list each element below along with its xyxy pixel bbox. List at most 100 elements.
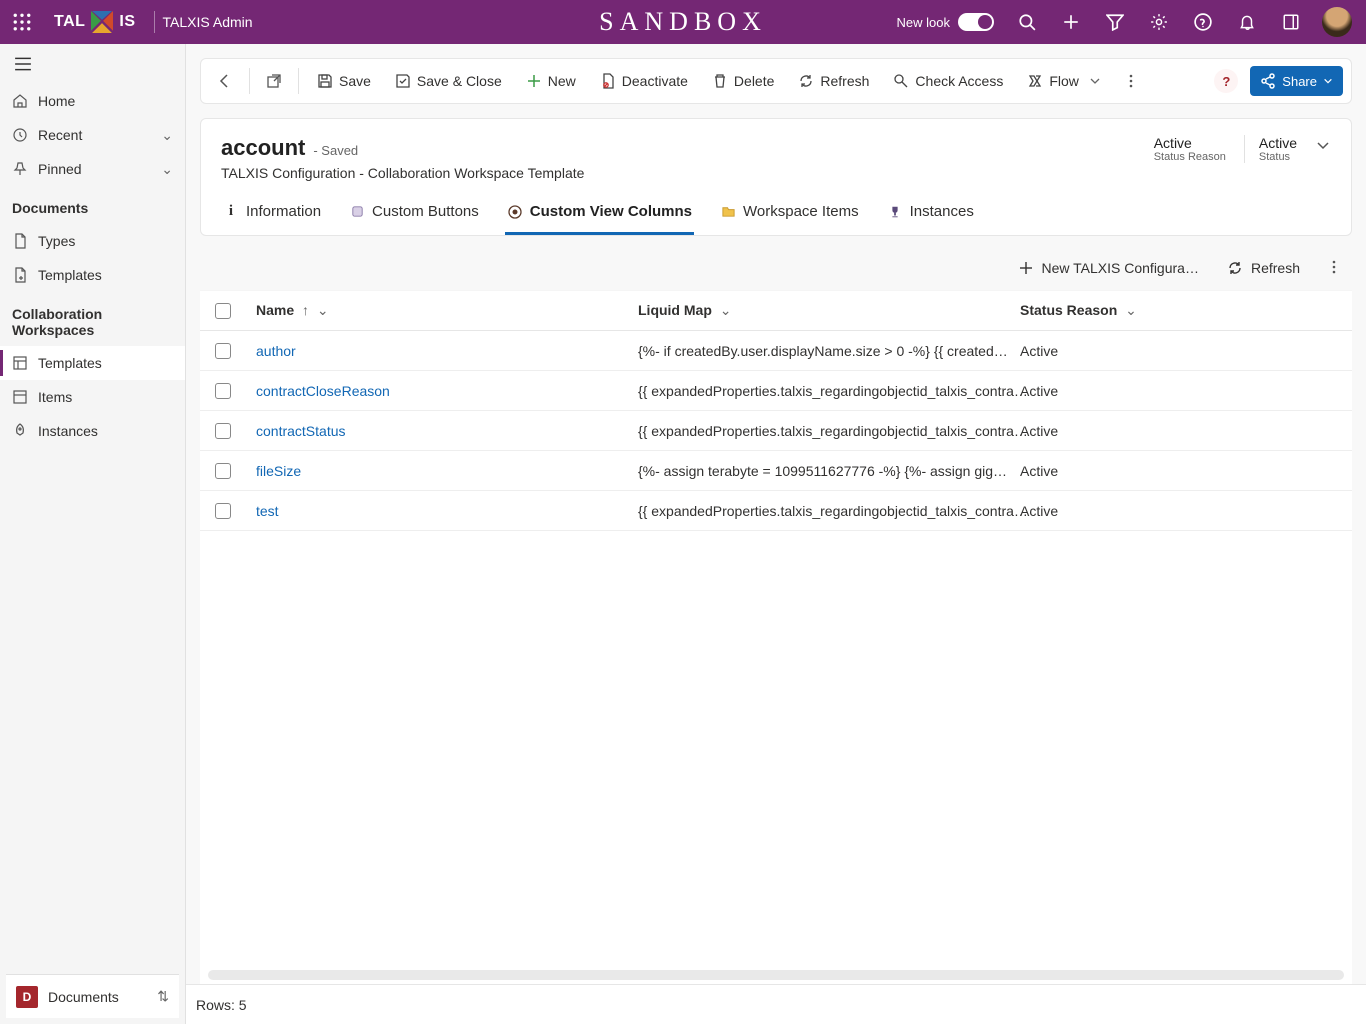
chevron-down-icon [1323, 76, 1333, 86]
open-new-window-button[interactable] [258, 65, 290, 97]
main-content: Save Save & Close New Deactivate Delete … [186, 44, 1366, 1024]
row-liquid-cell: {{ expandedProperties.talxis_regardingob… [638, 503, 1028, 519]
refresh-button[interactable]: Refresh [788, 65, 879, 97]
table-row[interactable]: contractCloseReason {{ expandedProperties… [200, 371, 1352, 411]
add-button[interactable] [1052, 0, 1090, 44]
filter-button[interactable] [1096, 0, 1134, 44]
new-button[interactable]: New [516, 65, 586, 97]
nav-pinned[interactable]: Pinned ⌄ [0, 152, 185, 186]
select-all-checkbox[interactable] [215, 303, 231, 319]
row-checkbox[interactable] [215, 343, 231, 359]
hamburger-icon [14, 55, 32, 73]
header-field-status[interactable]: Active Status [1244, 135, 1297, 163]
more-vertical-icon [1326, 259, 1342, 275]
header-expand-button[interactable] [1315, 135, 1331, 158]
brand-logo[interactable]: TAL IS [44, 11, 146, 33]
search-icon [1018, 13, 1036, 31]
nav-types-label: Types [38, 233, 75, 249]
chevron-down-icon [1315, 137, 1331, 153]
row-liquid-cell: {%- assign terabyte = 1099511627776 -%} … [638, 463, 1007, 479]
document-add-icon [12, 267, 28, 283]
row-checkbox[interactable] [215, 383, 231, 399]
search-button[interactable] [1008, 0, 1046, 44]
document-icon [12, 233, 28, 249]
column-header-name[interactable]: Name ↑ ⌄ [246, 302, 628, 319]
header-field-status-reason[interactable]: Active Status Reason [1154, 135, 1226, 163]
help-button[interactable] [1184, 0, 1222, 44]
sidebar: Home Recent ⌄ Pinned ⌄ Documents Types T… [0, 44, 186, 1024]
key-search-icon [893, 73, 909, 89]
tab-workspace-items[interactable]: Workspace Items [718, 197, 861, 235]
template-icon [12, 355, 28, 371]
horizontal-scrollbar[interactable] [208, 970, 1344, 980]
notifications-button[interactable] [1228, 0, 1266, 44]
row-checkbox[interactable] [215, 503, 231, 519]
save-icon [317, 73, 333, 89]
sidebar-toggle[interactable] [0, 44, 185, 84]
row-status-cell: Active [1020, 503, 1058, 519]
subgrid-refresh-button[interactable]: Refresh [1221, 256, 1306, 280]
button-icon [349, 204, 365, 220]
tab-custom-view-columns[interactable]: Custom View Columns [505, 197, 694, 235]
tab-instances[interactable]: Instances [885, 197, 976, 235]
column-header-liquid[interactable]: Liquid Map ⌄ [628, 302, 1010, 319]
save-close-button[interactable]: Save & Close [385, 65, 512, 97]
table-row[interactable]: test {{ expandedProperties.talxis_regardi… [200, 491, 1352, 531]
nav-cw-instances[interactable]: Instances [0, 414, 185, 448]
new-config-button[interactable]: New TALXIS Configura… [1012, 256, 1205, 280]
new-look-toggle[interactable]: New look [897, 13, 994, 31]
tab-custom-buttons[interactable]: Custom Buttons [347, 197, 481, 235]
row-name-link[interactable]: fileSize [256, 463, 301, 479]
share-button[interactable]: Share [1250, 66, 1343, 96]
tab-information[interactable]: iInformation [221, 197, 323, 235]
row-checkbox[interactable] [215, 423, 231, 439]
settings-button[interactable] [1140, 0, 1178, 44]
refresh-icon [798, 73, 814, 89]
save-button[interactable]: Save [307, 65, 381, 97]
command-bar: Save Save & Close New Deactivate Delete … [200, 58, 1352, 104]
subgrid: Name ↑ ⌄ Liquid Map ⌄ Status Reason ⌄ au… [200, 290, 1352, 984]
home-icon [12, 93, 28, 109]
back-button[interactable] [209, 65, 241, 97]
nav-recent[interactable]: Recent ⌄ [0, 118, 185, 152]
nav-cw-items[interactable]: Items [0, 380, 185, 414]
panel-button[interactable] [1272, 0, 1310, 44]
row-name-link[interactable]: author [256, 343, 296, 359]
table-row[interactable]: author{%- if createdBy.user.displayName.… [200, 331, 1352, 371]
flow-button[interactable]: Flow [1017, 65, 1111, 97]
row-name-link[interactable]: contractCloseReason [256, 383, 390, 399]
deactivate-button[interactable]: Deactivate [590, 65, 698, 97]
delete-button[interactable]: Delete [702, 65, 784, 97]
user-avatar[interactable] [1322, 7, 1352, 37]
form-help-button[interactable]: ? [1214, 69, 1238, 93]
check-access-button[interactable]: Check Access [883, 65, 1013, 97]
column-header-status[interactable]: Status Reason ⌄ [1010, 302, 1352, 319]
row-liquid-cell: {{ expandedProperties.talxis_regardingob… [638, 383, 1028, 399]
app-name: TALXIS Admin [163, 14, 253, 30]
nav-home[interactable]: Home [0, 84, 185, 118]
more-commands-button[interactable] [1115, 65, 1147, 97]
subgrid-more-button[interactable] [1322, 259, 1346, 278]
nav-cw-templates-label: Templates [38, 355, 102, 371]
chevron-down-icon: ⌄ [1125, 302, 1137, 318]
nav-recent-label: Recent [38, 127, 82, 143]
record-header-card: account - Saved TALXIS Configuration - C… [200, 118, 1352, 236]
row-count: Rows: 5 [196, 997, 247, 1013]
form-tabs: iInformation Custom Buttons Custom View … [201, 187, 1351, 235]
nav-types[interactable]: Types [0, 224, 185, 258]
plus-icon [1018, 260, 1034, 276]
record-dot-icon [507, 204, 523, 220]
section-documents: Documents [0, 186, 185, 224]
nav-cw-templates[interactable]: Templates [0, 346, 185, 380]
table-row[interactable]: fileSize {%- assign terabyte = 1099511627… [200, 451, 1352, 491]
clock-icon [12, 127, 28, 143]
row-checkbox[interactable] [215, 463, 231, 479]
nav-doc-templates[interactable]: Templates [0, 258, 185, 292]
pin-icon [12, 161, 28, 177]
row-name-link[interactable]: contractStatus [256, 423, 346, 439]
area-picker[interactable]: D Documents ⇅ [6, 974, 179, 1018]
row-name-link[interactable]: test [256, 503, 279, 519]
trophy-icon [887, 204, 903, 220]
table-row[interactable]: contractStatus{{ expandedProperties.talx… [200, 411, 1352, 451]
app-launcher[interactable] [0, 13, 44, 31]
